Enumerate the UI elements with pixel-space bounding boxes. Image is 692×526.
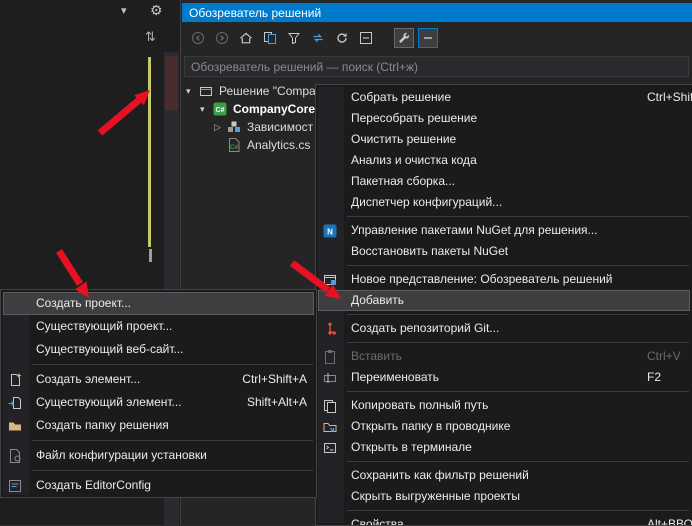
csharp-file-icon: C# bbox=[226, 137, 242, 153]
menu-item-manage-nuget[interactable]: N Управление пакетами NuGet для решения.… bbox=[316, 220, 692, 241]
collapse-toggle-icon[interactable] bbox=[418, 28, 438, 48]
modified-lines-bar bbox=[148, 57, 151, 247]
tree-label: Зависимост bbox=[247, 120, 313, 134]
gear-icon[interactable]: ⚙ bbox=[150, 2, 163, 19]
menu-separator bbox=[347, 510, 689, 511]
dependencies-icon bbox=[226, 119, 242, 135]
paste-icon bbox=[322, 349, 338, 365]
menu-item-paste[interactable]: Вставить Ctrl+V bbox=[316, 346, 692, 367]
switch-views-icon[interactable] bbox=[260, 28, 280, 48]
menu-separator bbox=[32, 364, 313, 365]
panel-title-text: Обозреватель решений bbox=[189, 6, 321, 20]
submenu-item-installer-config-file[interactable]: Файл конфигурации установки bbox=[1, 444, 316, 467]
copy-path-icon bbox=[322, 398, 338, 414]
menu-item-add[interactable]: Добавить bbox=[318, 290, 690, 311]
submenu-item-new-solution-folder[interactable]: Создать папку решения bbox=[1, 414, 316, 437]
new-item-icon bbox=[7, 372, 23, 388]
splitter-icon[interactable]: ⇅ bbox=[145, 29, 156, 45]
add-submenu: Создать проект... Существующий проект...… bbox=[0, 289, 317, 498]
submenu-item-existing-project[interactable]: Существующий проект... bbox=[1, 315, 316, 338]
existing-item-icon bbox=[7, 395, 23, 411]
submenu-item-new-project[interactable]: Создать проект... bbox=[3, 292, 314, 315]
svg-text:C#: C# bbox=[216, 107, 225, 114]
back-icon[interactable] bbox=[188, 28, 208, 48]
menu-item-save-as-solution-filter[interactable]: Сохранить как фильтр решений bbox=[316, 465, 692, 486]
menu-item-configuration-manager[interactable]: Диспетчер конфигураций... bbox=[316, 192, 692, 213]
menu-item-code-analysis[interactable]: Анализ и очистка кода bbox=[316, 150, 692, 171]
menu-item-clean-solution[interactable]: Очистить решение bbox=[316, 129, 692, 150]
menu-separator bbox=[347, 265, 689, 266]
menu-item-rename[interactable]: Переименовать F2 bbox=[316, 367, 692, 388]
menu-item-properties[interactable]: Свойства Alt+ВВОД bbox=[316, 514, 692, 526]
menu-separator bbox=[347, 314, 689, 315]
menu-item-create-git-repository[interactable]: Создать репозиторий Git... bbox=[316, 318, 692, 339]
git-icon bbox=[322, 321, 338, 337]
collapse-all-icon[interactable] bbox=[356, 28, 376, 48]
submenu-item-new-editorconfig[interactable]: Создать EditorConfig bbox=[1, 474, 316, 497]
submenu-item-new-item[interactable]: Создать элемент... Ctrl+Shift+A bbox=[1, 368, 316, 391]
menu-separator bbox=[347, 461, 689, 462]
tree-label: Analytics.cs bbox=[247, 138, 310, 152]
rename-icon bbox=[322, 370, 338, 386]
menu-item-build-solution[interactable]: Собрать решение Ctrl+Shif bbox=[316, 87, 692, 108]
menu-separator bbox=[32, 440, 313, 441]
solution-explorer-titlebar[interactable]: Обозреватель решений bbox=[182, 3, 692, 22]
new-folder-icon bbox=[7, 418, 23, 434]
search-input[interactable]: Обозреватель решений — поиск (Ctrl+ж) bbox=[184, 56, 689, 77]
expander-icon[interactable]: ▷ bbox=[214, 122, 226, 133]
new-view-icon bbox=[322, 272, 338, 288]
menu-item-rebuild-solution[interactable]: Пересобрать решение bbox=[316, 108, 692, 129]
modified-lines-tick bbox=[149, 249, 152, 262]
menu-item-batch-build[interactable]: Пакетная сборка... bbox=[316, 171, 692, 192]
editorconfig-icon bbox=[7, 478, 23, 494]
refresh-icon[interactable] bbox=[332, 28, 352, 48]
menu-item-restore-nuget[interactable]: Восстановить пакеты NuGet bbox=[316, 241, 692, 262]
menu-item-hide-unloaded-projects[interactable]: Скрыть выгруженные проекты bbox=[316, 486, 692, 507]
menu-item-copy-full-path[interactable]: Копировать полный путь bbox=[316, 395, 692, 416]
svg-text:N: N bbox=[327, 227, 333, 236]
terminal-icon bbox=[322, 440, 338, 456]
properties-wrench-icon[interactable] bbox=[394, 28, 414, 48]
submenu-item-existing-item[interactable]: Существующий элемент... Shift+Alt+A bbox=[1, 391, 316, 414]
pending-changes-filter-icon[interactable] bbox=[284, 28, 304, 48]
home-icon[interactable] bbox=[236, 28, 256, 48]
menu-item-new-solution-explorer-view[interactable]: Новое представление: Обозреватель решени… bbox=[316, 269, 692, 290]
menu-separator bbox=[32, 470, 313, 471]
expander-icon[interactable]: ▾ bbox=[186, 86, 198, 97]
tab-overflow-icon[interactable]: ▾ bbox=[121, 4, 127, 17]
menu-item-open-in-terminal[interactable]: Открыть в терминале bbox=[316, 437, 692, 458]
setup-config-icon bbox=[7, 448, 23, 464]
scrollbar-annotation bbox=[165, 56, 178, 110]
menu-separator bbox=[347, 216, 689, 217]
submenu-item-existing-website[interactable]: Существующий веб-сайт... bbox=[1, 338, 316, 361]
forward-icon[interactable] bbox=[212, 28, 232, 48]
menu-item-open-folder-in-explorer[interactable]: Открыть папку в проводнике bbox=[316, 416, 692, 437]
menu-separator bbox=[347, 342, 689, 343]
svg-text:C#: C# bbox=[230, 144, 239, 151]
menu-separator bbox=[347, 391, 689, 392]
solution-icon bbox=[198, 83, 214, 99]
search-placeholder-text: Обозреватель решений — поиск (Ctrl+ж) bbox=[191, 60, 418, 74]
tree-label: Решение "Compan bbox=[219, 84, 322, 98]
folder-explorer-icon bbox=[322, 419, 338, 435]
sync-with-active-document-icon[interactable] bbox=[308, 28, 328, 48]
solution-explorer-toolbar bbox=[182, 24, 692, 52]
solution-context-menu: Собрать решение Ctrl+Shif Пересобрать ре… bbox=[315, 84, 692, 526]
csharp-project-icon: C# bbox=[212, 101, 228, 117]
tree-label: CompanyCoreL bbox=[233, 102, 322, 116]
nuget-icon: N bbox=[322, 223, 338, 239]
expander-icon[interactable]: ▾ bbox=[200, 104, 212, 115]
